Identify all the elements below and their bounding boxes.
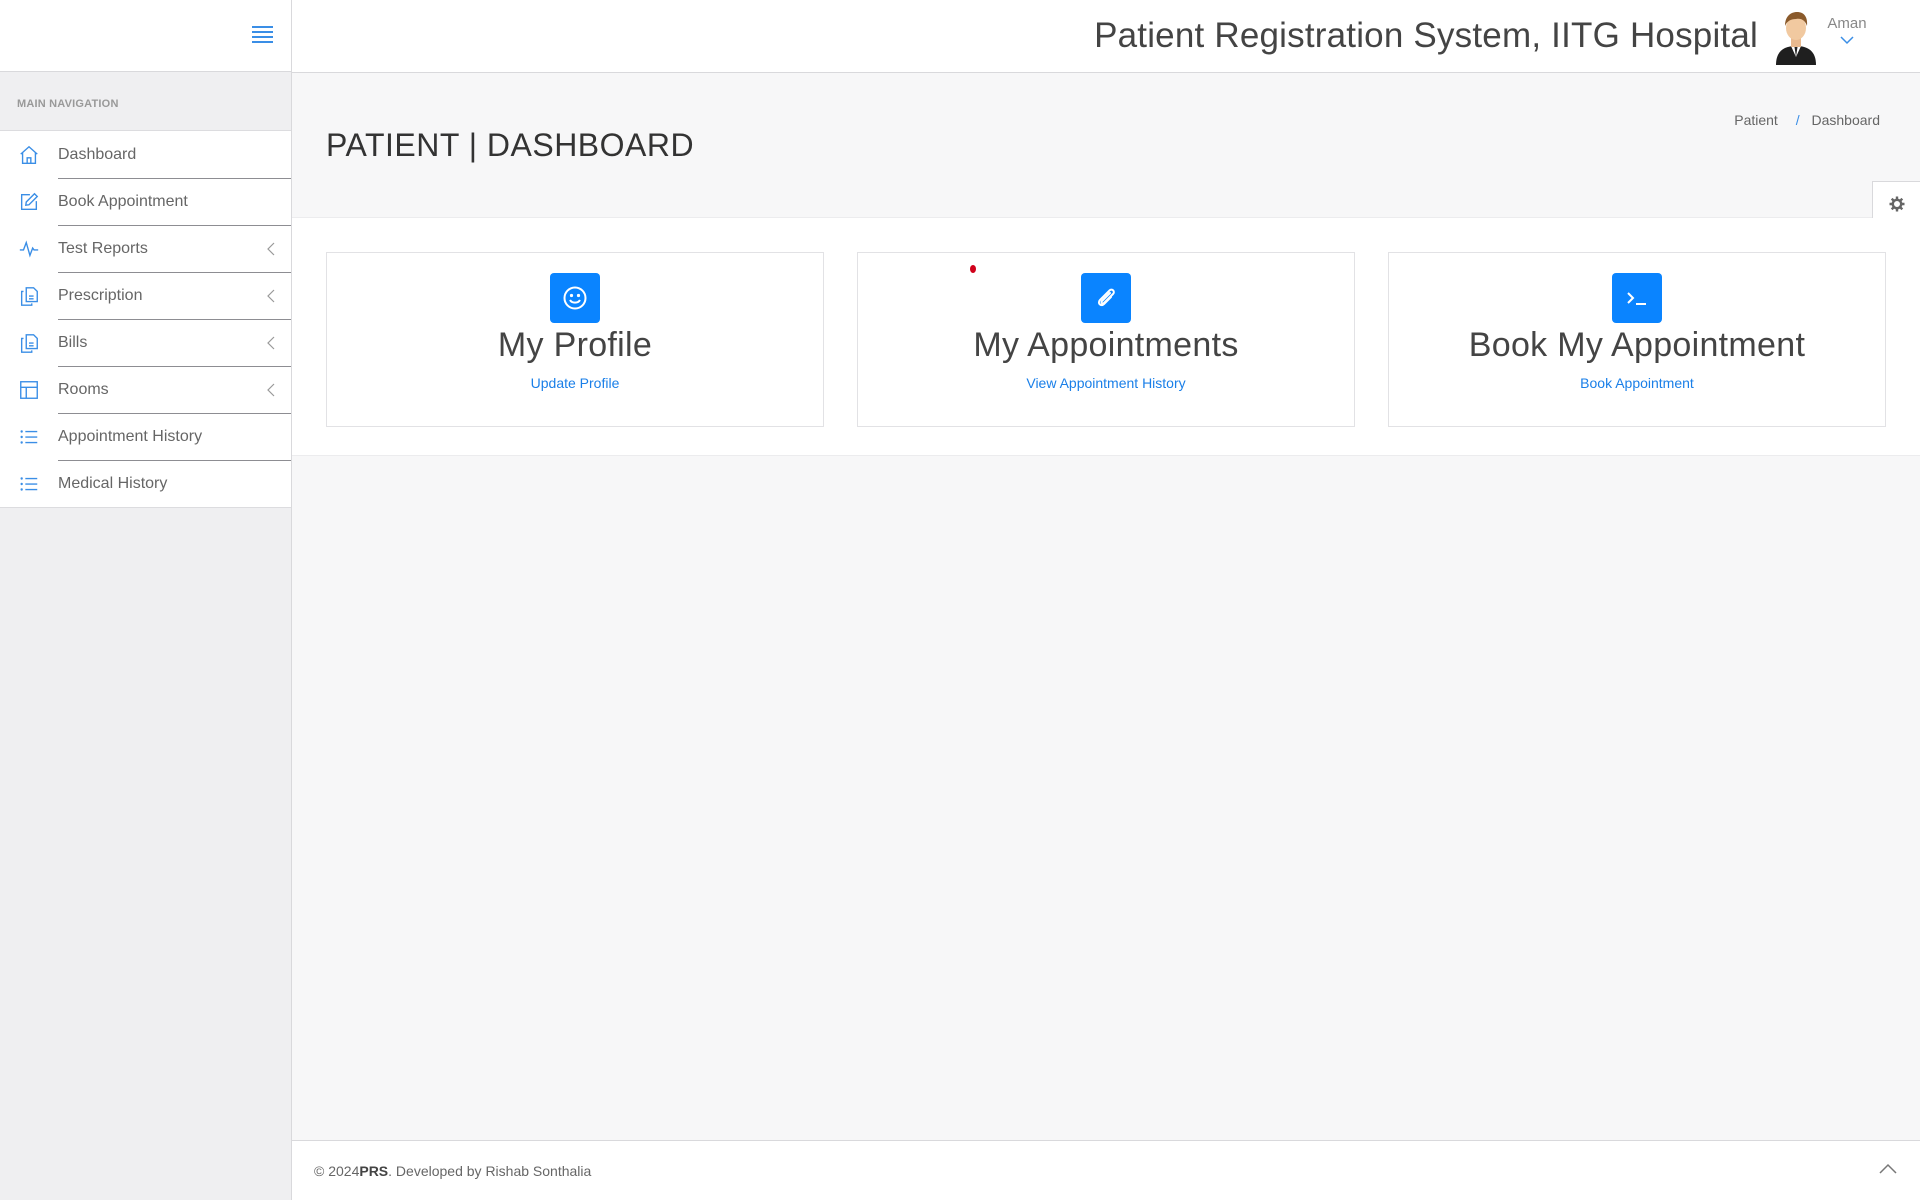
- sidebar-item-prescription[interactable]: Prescription: [0, 272, 291, 319]
- sidebar-item-book-appointment[interactable]: Book Appointment: [0, 178, 291, 225]
- breadcrumb: Patient / Dashboard: [1734, 112, 1880, 128]
- user-name: Aman: [1827, 14, 1867, 32]
- user-menu[interactable]: Aman: [1826, 15, 1868, 50]
- page-title: PATIENT | DASHBOARD: [326, 127, 695, 163]
- footer: © 2024 PRS. Developed by Rishab Sonthali…: [292, 1140, 1920, 1200]
- card-my-profile: My Profile Update Profile: [326, 252, 824, 427]
- sidebar-item-dashboard[interactable]: Dashboard: [0, 131, 291, 178]
- card-my-appointments: My Appointments View Appointment History: [857, 252, 1355, 427]
- files-icon: [0, 332, 58, 354]
- pulse-icon: [0, 238, 58, 260]
- chevron-left-icon: [251, 242, 291, 256]
- sidebar: MAIN NAVIGATION Dashboard Book Appointme…: [0, 0, 292, 1200]
- breadcrumb-separator: /: [1795, 112, 1800, 128]
- sidebar-brand: [0, 0, 291, 72]
- sidebar-item-label: Dashboard: [58, 145, 137, 163]
- update-profile-link[interactable]: Update Profile: [531, 375, 620, 391]
- sidebar-item-label: Bills: [58, 333, 88, 351]
- sidebar-item-rooms[interactable]: Rooms: [0, 366, 291, 413]
- list-icon: [0, 426, 58, 448]
- chevron-left-icon: [251, 336, 291, 350]
- files-icon: [0, 285, 58, 307]
- smile-icon: [550, 273, 600, 323]
- breadcrumb-item-patient[interactable]: Patient: [1734, 112, 1778, 128]
- gear-icon: [1889, 196, 1904, 212]
- sidebar-item-label: Appointment History: [58, 427, 203, 445]
- avatar[interactable]: [1772, 7, 1820, 65]
- app-root: MAIN NAVIGATION Dashboard Book Appointme…: [0, 0, 1920, 1200]
- footer-copyright: © 2024: [314, 1162, 360, 1179]
- sidebar-item-label: Rooms: [58, 380, 109, 398]
- sidebar-item-label: Book Appointment: [58, 192, 188, 210]
- sidebar-item-medical-history[interactable]: Medical History: [0, 460, 291, 507]
- chevron-left-icon: [251, 383, 291, 397]
- nav-heading: MAIN NAVIGATION: [17, 98, 119, 110]
- card-title: My Profile: [497, 326, 653, 364]
- menu-toggle-icon[interactable]: [252, 26, 273, 44]
- chevron-left-icon: [251, 289, 291, 303]
- footer-credit: . Developed by Rishab Sonthalia: [388, 1162, 592, 1179]
- dashboard-cards: My Profile Update Profile My Appointment…: [292, 218, 1920, 456]
- sidebar-item-bills[interactable]: Bills: [0, 319, 291, 366]
- sidebar-item-label: Test Reports: [58, 239, 148, 257]
- paperclip-icon: [1081, 273, 1131, 323]
- main-content: PATIENT | DASHBOARD Patient / Dashboard: [292, 73, 1920, 1200]
- chevron-down-icon: [1839, 32, 1855, 50]
- sidebar-item-label: Prescription: [58, 286, 143, 304]
- layout-icon: [0, 379, 58, 401]
- home-icon: [0, 144, 58, 166]
- footer-brand: PRS: [359, 1162, 389, 1179]
- top-header: Patient Registration System, IITG Hospit…: [292, 0, 1920, 73]
- view-appointment-history-link[interactable]: View Appointment History: [1026, 375, 1185, 391]
- main-navigation: Dashboard Book Appointment Test Reports: [0, 130, 291, 508]
- sidebar-item-test-reports[interactable]: Test Reports: [0, 225, 291, 272]
- chevron-up-icon[interactable]: [1878, 1161, 1898, 1175]
- book-appointment-link[interactable]: Book Appointment: [1580, 375, 1694, 391]
- sidebar-item-label: Medical History: [58, 474, 168, 492]
- edit-icon: [0, 191, 58, 213]
- card-book-my-appointment: Book My Appointment Book Appointment: [1388, 252, 1886, 427]
- list-icon: [0, 473, 58, 495]
- terminal-icon: [1612, 273, 1662, 323]
- cursor-marker: [970, 265, 976, 273]
- sidebar-item-appointment-history[interactable]: Appointment History: [0, 413, 291, 460]
- card-title: Book My Appointment: [1468, 326, 1806, 364]
- card-title: My Appointments: [973, 326, 1239, 364]
- page-title-bar: PATIENT | DASHBOARD Patient / Dashboard: [292, 73, 1920, 227]
- app-title: Patient Registration System, IITG Hospit…: [1094, 16, 1758, 55]
- breadcrumb-item-dashboard: Dashboard: [1811, 112, 1881, 128]
